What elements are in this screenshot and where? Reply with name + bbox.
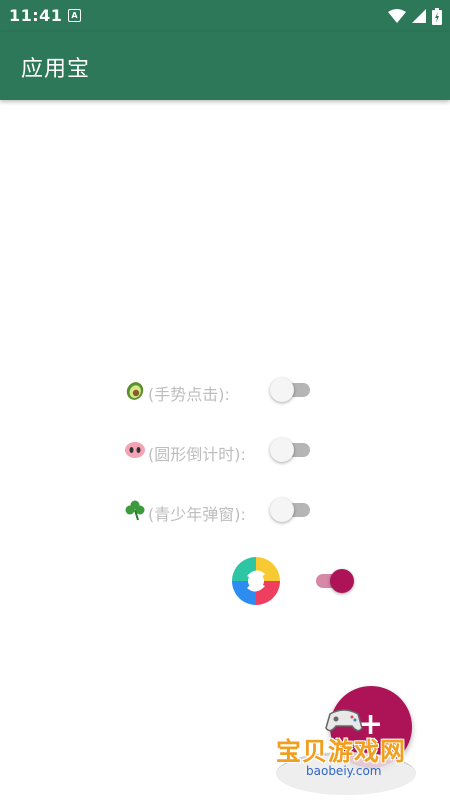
status-icons [388,7,442,25]
switch-thumb [270,498,294,522]
teen-popup-switch[interactable] [270,495,314,525]
status-time: 11:41 [9,6,63,25]
app-toggle-switch[interactable] [310,566,354,596]
notification-badge: A [68,9,81,22]
status-bar: 11:41 A [0,0,450,32]
gesture-tap-switch[interactable] [270,375,314,405]
signal-icon [412,9,426,23]
circle-countdown-switch[interactable] [270,435,314,465]
app-bar: 应用宝 [0,32,450,100]
app-title: 应用宝 [21,57,91,82]
avocado-icon [126,382,144,400]
setting-label: (圆形倒计时): [148,445,246,464]
watermark: 宝贝游戏网 baobeiy.com [268,700,428,800]
switch-thumb [270,378,294,402]
game-controller-icon [325,709,363,732]
setting-row-gesture-tap: (手势点击): [124,375,324,405]
setting-label: (青少年弹窗): [148,505,246,524]
switch-thumb [270,438,294,462]
switch-thumb [330,569,354,593]
setting-label: (手势点击): [148,385,230,404]
shamrock-icon [125,500,145,521]
app-screen: 11:41 A 应用宝 (手势点击): (圆形倒计时): (青少年弹窗): + … [0,0,450,800]
battery-icon [432,7,442,25]
app-store-logo [232,557,280,605]
watermark-text: 宝贝游戏网 [276,737,407,766]
pig-nose-icon [125,442,145,458]
setting-row-circle-countdown: (圆形倒计时): [124,435,324,465]
wifi-icon [388,9,406,23]
watermark-url: baobeiy.com [306,764,382,778]
setting-row-teen-popup: (青少年弹窗): [124,495,324,525]
